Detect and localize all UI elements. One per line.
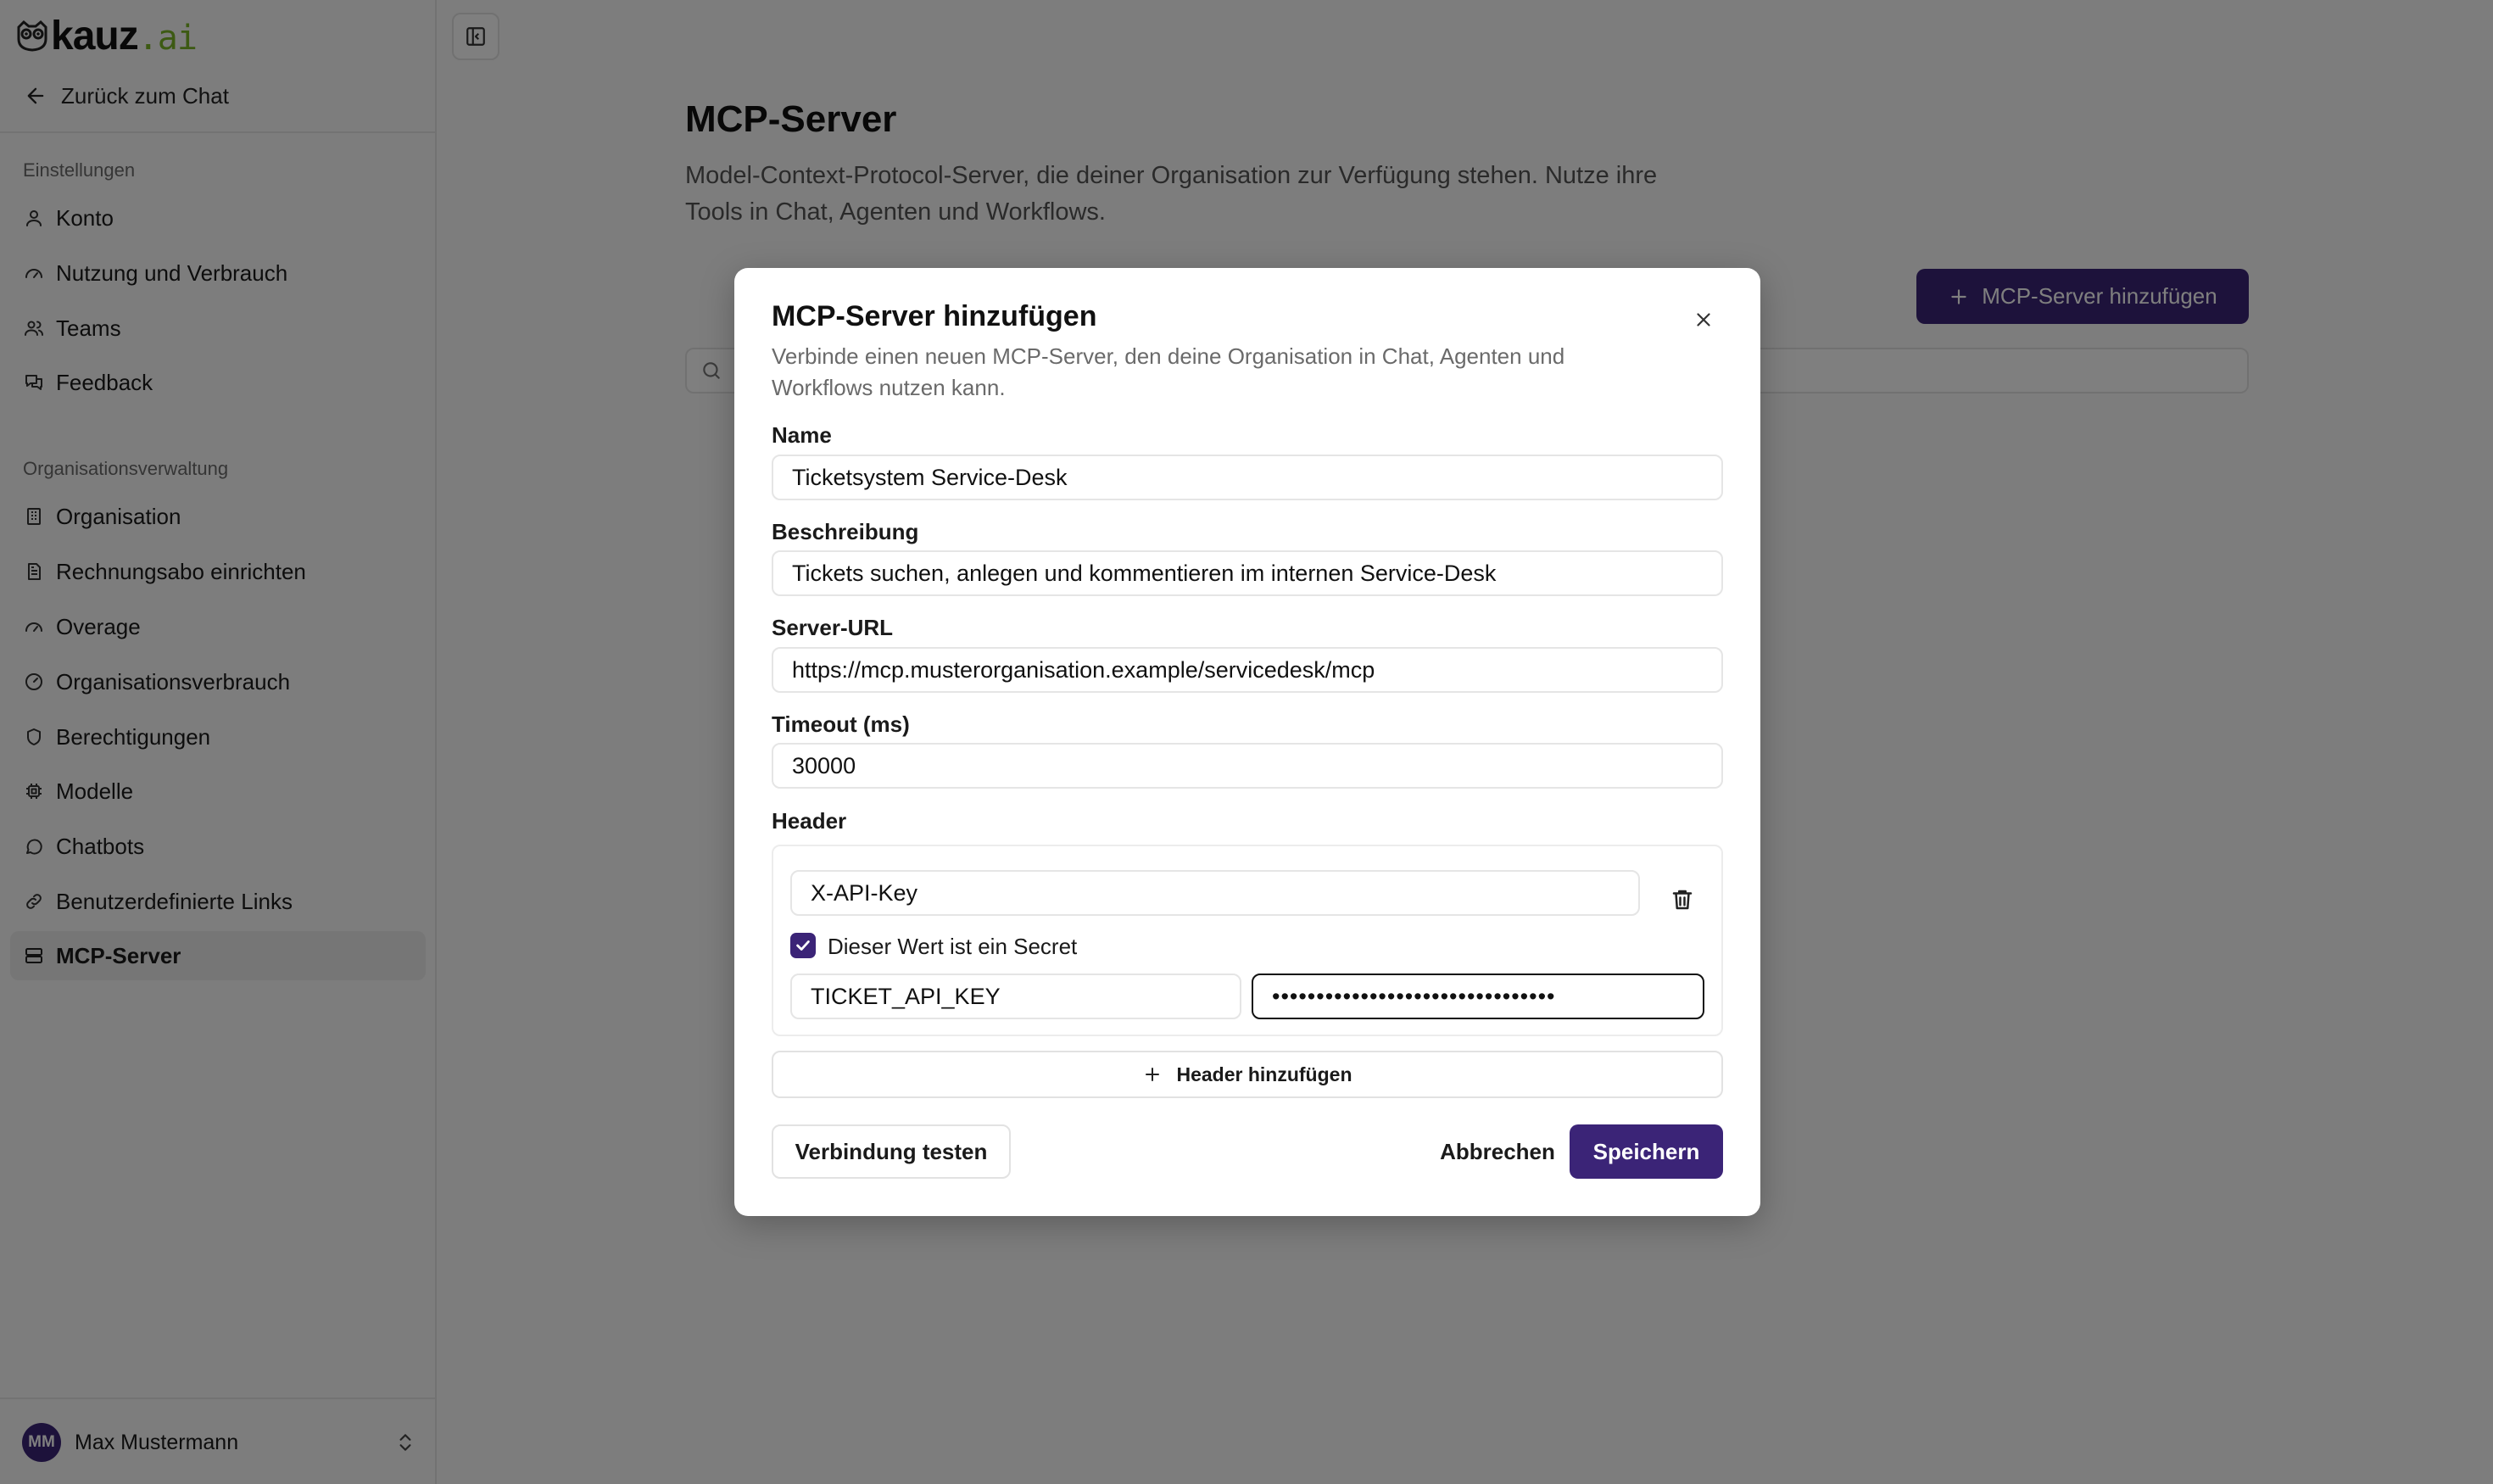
name-input[interactable]: [772, 455, 1723, 500]
trash-icon: [1672, 890, 1693, 910]
server-url-label: Server-URL: [772, 615, 894, 640]
timeout-label: Timeout (ms): [772, 711, 910, 737]
add-header-label: Header hinzufügen: [1176, 1063, 1352, 1085]
cancel-button[interactable]: Abbrechen: [1413, 1124, 1582, 1179]
close-button[interactable]: [1691, 307, 1716, 332]
add-mcp-server-dialog: MCP-Server hinzufügen Verbinde einen neu…: [734, 268, 1760, 1216]
test-connection-button[interactable]: Verbindung testen: [772, 1124, 1011, 1179]
description-input[interactable]: [772, 550, 1723, 596]
save-button[interactable]: Speichern: [1570, 1124, 1723, 1179]
secret-name-input[interactable]: [790, 974, 1241, 1019]
plus-icon: [1146, 1068, 1160, 1081]
header-key-input[interactable]: [790, 870, 1640, 916]
check-icon: [796, 940, 810, 951]
description-label: Beschreibung: [772, 519, 919, 544]
secret-checkbox-label: Dieser Wert ist ein Secret: [828, 934, 1078, 959]
secret-value-input[interactable]: [1252, 974, 1704, 1019]
dialog-description: Verbinde einen neuen MCP-Server, den dei…: [772, 343, 1565, 400]
header-label: Header: [772, 808, 847, 834]
server-url-input[interactable]: [772, 647, 1723, 693]
secret-checkbox[interactable]: [790, 933, 816, 958]
name-label: Name: [772, 422, 832, 448]
delete-header-button[interactable]: [1659, 877, 1705, 923]
close-icon: [1697, 313, 1710, 326]
add-header-button[interactable]: Header hinzufügen: [772, 1051, 1723, 1098]
timeout-input[interactable]: [772, 743, 1723, 789]
dialog-title: MCP-Server hinzufügen: [772, 300, 1097, 332]
